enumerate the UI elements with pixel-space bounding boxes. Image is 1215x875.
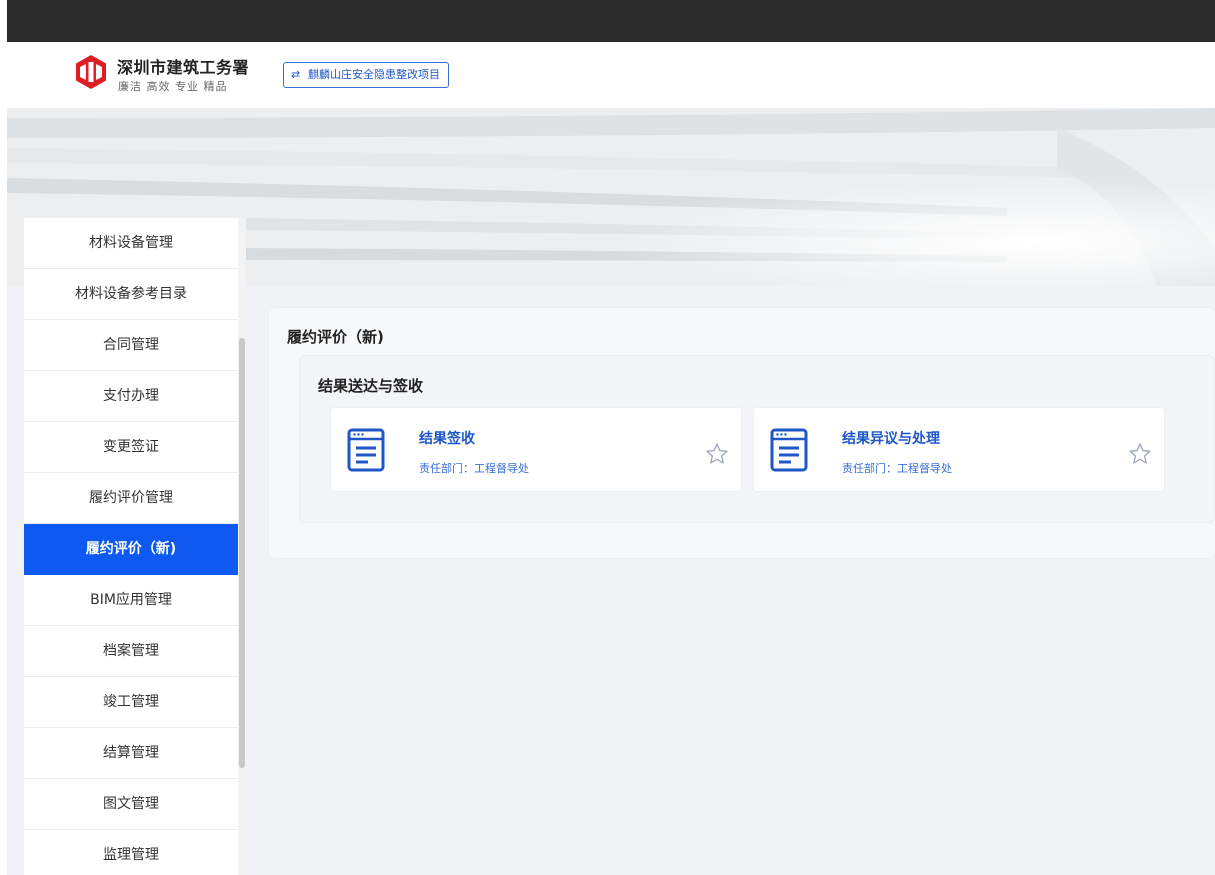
brand-name: 深圳市建筑工务署 [117, 58, 250, 77]
page-title: 履约评价（新) [287, 328, 384, 346]
card-dept: 责任部门：工程督导处 [842, 462, 952, 475]
sidebar-item-performance-eval-new[interactable]: 履约评价（新) [24, 524, 238, 575]
sidebar: 材料设备管理 材料设备参考目录 合同管理 支付办理 变更签证 履约评价管理 履约… [24, 218, 238, 875]
card-title: 结果异议与处理 [842, 431, 940, 447]
sidebar-item-material-equipment[interactable]: 材料设备管理 [24, 218, 238, 269]
card-result-objection[interactable]: 结果异议与处理 责任部门：工程督导处 [753, 407, 1165, 492]
sidebar-item-payment[interactable]: 支付办理 [24, 371, 238, 422]
document-icon [347, 428, 385, 472]
card-title: 结果签收 [419, 431, 475, 447]
sidebar-item-settlement[interactable]: 结算管理 [24, 728, 238, 779]
sidebar-item-completion[interactable]: 竣工管理 [24, 677, 238, 728]
swap-icon: ⇄ [291, 68, 301, 81]
star-icon[interactable] [1128, 442, 1152, 466]
brand-logo-icon [76, 55, 106, 89]
site-header: 深圳市建筑工务署 廉洁 高效 专业 精品 ⇄ 麒麟山庄安全隐患整改项目 [7, 42, 1215, 108]
sidebar-item-performance-eval[interactable]: 履约评价管理 [24, 473, 238, 524]
project-switch-button[interactable]: ⇄ 麒麟山庄安全隐患整改项目 [283, 62, 449, 88]
sidebar-item-contract[interactable]: 合同管理 [24, 320, 238, 371]
brand-slogan: 廉洁 高效 专业 精品 [118, 80, 228, 93]
card-result-receipt[interactable]: 结果签收 责任部门：工程督导处 [330, 407, 742, 492]
left-edge [0, 0, 7, 875]
sidebar-scrollbar-thumb[interactable] [239, 338, 245, 768]
sidebar-item-material-catalog[interactable]: 材料设备参考目录 [24, 269, 238, 320]
sidebar-item-change-visa[interactable]: 变更签证 [24, 422, 238, 473]
star-icon[interactable] [705, 442, 729, 466]
sidebar-item-archive[interactable]: 档案管理 [24, 626, 238, 677]
document-icon [770, 428, 808, 472]
sidebar-item-supervision[interactable]: 监理管理 [24, 830, 238, 875]
sidebar-item-graphics[interactable]: 图文管理 [24, 779, 238, 830]
window-top-bar [0, 0, 1215, 42]
project-switch-label: 麒麟山庄安全隐患整改项目 [308, 68, 440, 81]
card-dept: 责任部门：工程督导处 [419, 462, 529, 475]
sidebar-item-bim[interactable]: BIM应用管理 [24, 575, 238, 626]
group-title: 结果送达与签收 [318, 377, 424, 395]
